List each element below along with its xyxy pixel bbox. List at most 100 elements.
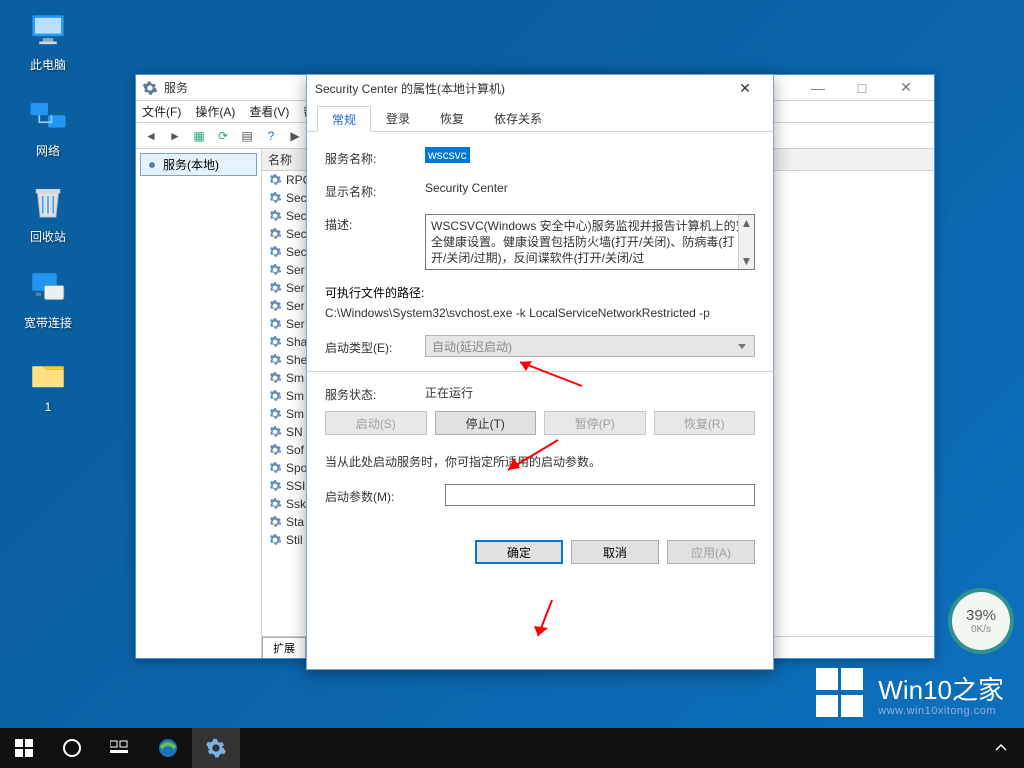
list-item-label: She [286, 353, 307, 367]
system-tray[interactable] [986, 728, 1024, 768]
broadband-icon [27, 268, 69, 310]
label-startup-type: 启动类型(E): [325, 337, 425, 356]
desktop-icon-label: 此电脑 [12, 56, 84, 73]
minimize-button[interactable]: — [796, 75, 840, 101]
gear-icon [268, 479, 282, 493]
tab-recovery[interactable]: 恢复 [425, 105, 479, 131]
taskbar-app-services[interactable] [192, 728, 240, 768]
folder-icon [27, 354, 69, 396]
value-exe-path: C:\Windows\System32\svchost.exe -k Local… [325, 305, 755, 321]
desktop-icon-broadband[interactable]: 宽带连接 [12, 268, 84, 331]
list-item-label: Ser [286, 299, 305, 313]
list-item-label: Ser [286, 281, 305, 295]
toolbar-properties-button[interactable]: ▦ [188, 125, 210, 147]
ok-button[interactable]: 确定 [475, 540, 563, 564]
list-item-label: Sec [286, 227, 307, 241]
list-item-label: Sta [286, 515, 304, 529]
label-exe-path: 可执行文件的路径: [325, 284, 755, 301]
cancel-button[interactable]: 取消 [571, 540, 659, 564]
watermark-url: www.win10xitong.com [878, 705, 1004, 717]
gear-icon [268, 515, 282, 529]
list-item-label: Sm [286, 407, 304, 421]
description-textbox[interactable]: WSCSVC(Windows 安全中心)服务监视并报告计算机上的安全健康设置。健… [425, 214, 755, 270]
startup-type-select[interactable]: 自动(延迟启动) [425, 335, 755, 357]
gear-icon [268, 335, 282, 349]
taskbar-app-edge[interactable] [144, 728, 192, 768]
cortana-button[interactable] [48, 728, 96, 768]
taskbar [0, 728, 1024, 768]
tab-extended[interactable]: 扩展 [262, 637, 306, 658]
list-item-label: SN [286, 425, 303, 439]
list-item-label: SSI [286, 479, 305, 493]
label-service-status: 服务状态: [325, 384, 425, 403]
maximize-button[interactable]: □ [840, 75, 884, 101]
value-service-status: 正在运行 [425, 384, 755, 403]
task-view-button[interactable] [96, 728, 144, 768]
start-button[interactable]: 启动(S) [325, 411, 427, 435]
chevron-up-icon [995, 742, 1007, 754]
close-button[interactable]: ✕ [725, 77, 765, 99]
scrollbar[interactable]: ▲▼ [738, 215, 754, 269]
menu-view[interactable]: 查看(V) [249, 103, 289, 120]
toolbar-refresh-button[interactable]: ⟳ [212, 125, 234, 147]
value-description: WSCSVC(Windows 安全中心)服务监视并报告计算机上的安全健康设置。健… [431, 219, 748, 265]
speed-percent: 39% [966, 607, 996, 624]
gear-icon [145, 158, 159, 172]
desktop-icon-this-pc[interactable]: 此电脑 [12, 10, 84, 73]
toolbar-help-button[interactable]: ? [260, 125, 282, 147]
list-item-label: Sec [286, 209, 307, 223]
help-text: 当从此处启动服务时，你可指定所适用的启动参数。 [325, 453, 755, 470]
desktop-icon-recycle-bin[interactable]: 回收站 [12, 182, 84, 245]
speed-rate: 0K/s [971, 624, 991, 635]
gear-icon [268, 443, 282, 457]
toolbar-start-button[interactable]: ▶ [284, 125, 306, 147]
toolbar-export-button[interactable]: ▤ [236, 125, 258, 147]
value-service-name[interactable]: wscsvc [425, 147, 470, 163]
tree-services-local[interactable]: 服务(本地) [140, 153, 257, 176]
nav-back-button[interactable]: ◄ [140, 125, 162, 147]
resume-button[interactable]: 恢复(R) [654, 411, 756, 435]
desktop-icon-label: 宽带连接 [12, 314, 84, 331]
network-speed-widget[interactable]: 39% 0K/s [952, 592, 1010, 650]
list-item-label: Spo [286, 461, 307, 475]
apply-button[interactable]: 应用(A) [667, 540, 755, 564]
close-button[interactable]: ✕ [884, 75, 928, 101]
list-item-label: Sec [286, 245, 307, 259]
watermark: Win10之家 www.win10xitong.com [816, 668, 1004, 718]
tab-general[interactable]: 常规 [317, 106, 371, 132]
windows-icon [15, 739, 33, 757]
list-item-label: Ssk [286, 497, 306, 511]
gear-icon [268, 407, 282, 421]
label-description: 描述: [325, 214, 425, 270]
menu-action[interactable]: 操作(A) [195, 103, 235, 120]
tab-dependencies[interactable]: 依存关系 [479, 105, 557, 131]
edge-icon [157, 737, 179, 759]
properties-dialog: Security Center 的属性(本地计算机) ✕ 常规 登录 恢复 依存… [306, 74, 774, 670]
list-item-label: Sha [286, 335, 307, 349]
stop-button[interactable]: 停止(T) [435, 411, 537, 435]
start-params-input[interactable] [445, 484, 755, 506]
gear-icon [268, 389, 282, 403]
pause-button[interactable]: 暂停(P) [544, 411, 646, 435]
gear-icon [268, 461, 282, 475]
label-display-name: 显示名称: [325, 181, 425, 200]
properties-title: Security Center 的属性(本地计算机) [315, 80, 505, 97]
properties-titlebar[interactable]: Security Center 的属性(本地计算机) ✕ [307, 75, 773, 101]
network-icon [27, 96, 69, 138]
dialog-footer: 确定 取消 应用(A) [307, 530, 773, 578]
desktop-icon-label: 网络 [12, 142, 84, 159]
desktop-icon-network[interactable]: 网络 [12, 96, 84, 159]
service-control-buttons: 启动(S) 停止(T) 暂停(P) 恢复(R) [325, 411, 755, 435]
gear-icon [268, 497, 282, 511]
tab-logon[interactable]: 登录 [371, 105, 425, 131]
list-item-label: Sec [286, 191, 307, 205]
tray-overflow-button[interactable] [986, 728, 1016, 768]
circle-icon [62, 738, 82, 758]
start-button[interactable] [0, 728, 48, 768]
menu-file[interactable]: 文件(F) [142, 103, 181, 120]
tree-item-label: 服务(本地) [163, 156, 219, 173]
label-start-params: 启动参数(M): [325, 486, 445, 505]
gear-icon [268, 209, 282, 223]
nav-forward-button[interactable]: ► [164, 125, 186, 147]
desktop-icon-folder-1[interactable]: 1 [12, 354, 84, 414]
